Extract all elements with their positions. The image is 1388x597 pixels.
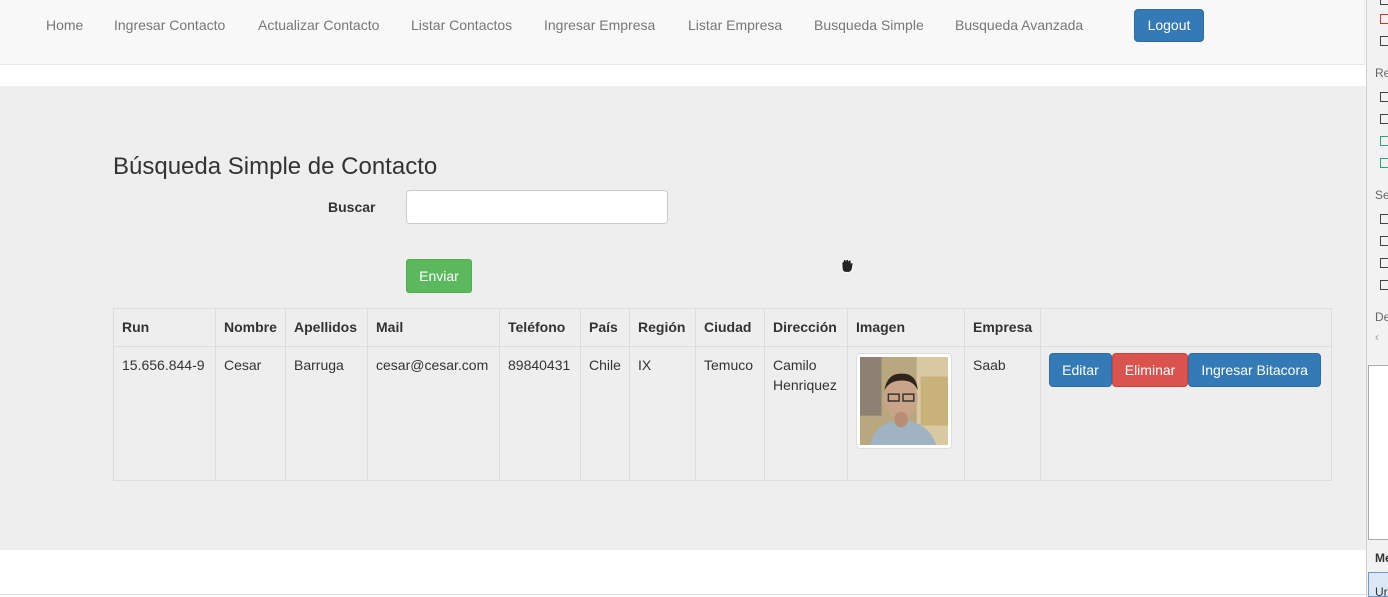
side-label: Se <box>1375 188 1388 202</box>
table-header-row: Run Nombre Apellidos Mail Teléfono País … <box>113 308 1332 347</box>
tool-icon[interactable] <box>1380 92 1388 102</box>
side-panel-fragment: Re Se De ‹ Me Ur <box>1366 0 1388 597</box>
add-log-button[interactable]: Ingresar Bitacora <box>1188 353 1321 387</box>
tool-icon[interactable] <box>1380 214 1388 224</box>
col-header-pais: País <box>580 308 630 347</box>
col-header-run: Run <box>113 308 216 347</box>
side-item-label: Ur <box>1375 585 1388 597</box>
cell-run: 15.656.844-9 <box>113 346 216 481</box>
nav-ingresar-contacto[interactable]: Ingresar Contacto <box>114 17 225 33</box>
tool-icon[interactable] <box>1380 236 1388 246</box>
table-row: 15.656.844-9 Cesar Barruga cesar@cesar.c… <box>113 346 1332 481</box>
tool-icon[interactable] <box>1380 258 1388 268</box>
edit-button[interactable]: Editar <box>1049 353 1112 387</box>
results-table: Run Nombre Apellidos Mail Teléfono País … <box>113 308 1332 481</box>
cell-actions: Editar Eliminar Ingresar Bitacora <box>1040 346 1332 481</box>
submit-button[interactable]: Enviar <box>406 259 472 293</box>
contact-photo <box>856 353 952 449</box>
chevron-left-icon[interactable]: ‹ <box>1375 330 1379 344</box>
col-header-region: Región <box>629 308 696 347</box>
cell-apellidos: Barruga <box>285 346 368 481</box>
cell-telefono: 89840431 <box>499 346 581 481</box>
nav-actualizar-contacto[interactable]: Actualizar Contacto <box>258 17 379 33</box>
tool-icon[interactable] <box>1380 14 1388 24</box>
cell-direccion: Camilo Henriquez <box>764 346 848 481</box>
cell-ciudad: Temuco <box>695 346 765 481</box>
side-selected-item[interactable]: Ur <box>1368 572 1388 597</box>
col-header-mail: Mail <box>367 308 500 347</box>
tool-icon[interactable] <box>1380 280 1388 290</box>
logout-button[interactable]: Logout <box>1134 9 1204 42</box>
col-header-ciudad: Ciudad <box>695 308 765 347</box>
nav-ingresar-empresa[interactable]: Ingresar Empresa <box>544 17 655 33</box>
side-list-box[interactable] <box>1368 365 1388 540</box>
col-header-telefono: Teléfono <box>499 308 581 347</box>
col-header-apellidos: Apellidos <box>285 308 368 347</box>
side-label: Re <box>1375 66 1388 80</box>
nav-home[interactable]: Home <box>46 17 83 33</box>
cell-region: IX <box>629 346 696 481</box>
tool-icon[interactable] <box>1380 158 1388 168</box>
tool-icon[interactable] <box>1380 114 1388 124</box>
cell-empresa: Saab <box>963 346 1042 481</box>
tool-icon[interactable] <box>1380 0 1388 5</box>
search-input[interactable] <box>406 190 668 224</box>
delete-button[interactable]: Eliminar <box>1111 353 1189 387</box>
page-divider <box>0 594 1366 595</box>
cell-imagen <box>847 346 965 481</box>
nav-listar-contactos[interactable]: Listar Contactos <box>411 17 512 33</box>
side-label: De <box>1375 310 1388 324</box>
cell-mail: cesar@cesar.com <box>367 346 500 481</box>
col-header-nombre: Nombre <box>215 308 286 347</box>
hand-cursor-icon <box>841 258 854 273</box>
col-header-imagen: Imagen <box>847 308 965 347</box>
search-label: Buscar <box>328 199 376 215</box>
page-title: Búsqueda Simple de Contacto <box>113 153 438 180</box>
col-header-actions <box>1040 308 1332 347</box>
cell-nombre: Cesar <box>215 346 286 481</box>
top-navbar: Home Ingresar Contacto Actualizar Contac… <box>0 0 1365 65</box>
col-header-direccion: Dirección <box>764 308 848 347</box>
side-label: Me <box>1375 551 1388 565</box>
tool-icon[interactable] <box>1380 136 1388 146</box>
nav-busqueda-simple[interactable]: Busqueda Simple <box>814 17 924 33</box>
col-header-empresa: Empresa <box>963 308 1042 347</box>
cell-pais: Chile <box>580 346 630 481</box>
tool-icon[interactable] <box>1380 36 1388 46</box>
nav-listar-empresa[interactable]: Listar Empresa <box>688 17 782 33</box>
nav-busqueda-avanzada[interactable]: Busqueda Avanzada <box>955 17 1083 33</box>
